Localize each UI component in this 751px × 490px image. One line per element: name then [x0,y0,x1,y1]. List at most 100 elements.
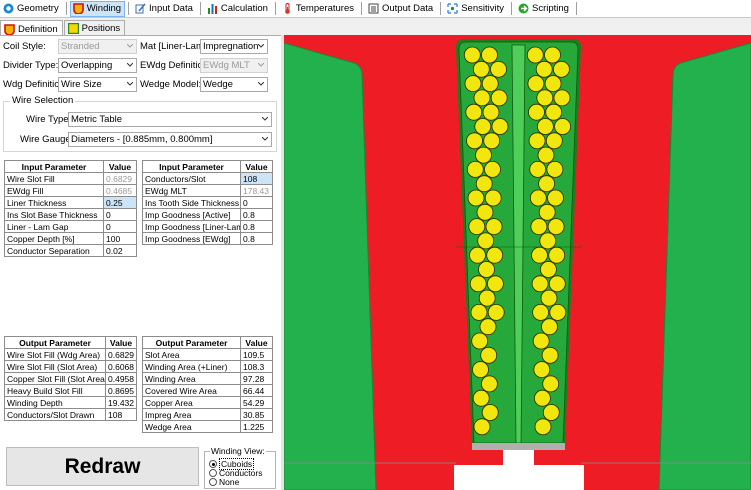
radio-none[interactable]: None [209,477,239,487]
param-value-input[interactable]: 100 [103,232,137,245]
param-value-input[interactable]: 0.8 [240,220,273,233]
conductor [464,75,482,92]
param-name: Covered Wire Area [142,384,241,397]
input-parameter-table-2: Input Parameter Value Conductors/Slot 108 … [142,160,273,245]
divider-type-select[interactable]: Overlapping [58,58,137,73]
wedge-model-select[interactable]: Wedge [200,77,268,92]
geometry-icon [3,3,14,14]
conductor [471,332,489,350]
param-value-input[interactable]: 0.25 [103,196,137,209]
tab-sensitivity[interactable]: Sensitivity [444,1,508,17]
param-value: 66.44 [240,384,273,397]
conductor [539,232,557,250]
tab-calculation[interactable]: Calculation [204,1,272,17]
slot-opening [503,450,534,465]
tab-output-data[interactable]: Output Data [365,1,437,17]
conductor [552,60,570,78]
conductor [535,60,553,78]
conductor [526,46,544,64]
tab-positions[interactable]: Positions [63,20,126,36]
ewdg-definition-value: EWdg MLT [203,60,250,71]
wire-selection-group: Wire Selection Wire Type: Metric Table W… [3,95,277,152]
param-value-input[interactable]: 0.8 [240,208,273,221]
chevron-down-icon [127,82,133,86]
param-value-input[interactable]: 0.02 [103,244,137,257]
slot-geometry-canvas[interactable] [284,35,751,490]
param-name: Conductor Separation [4,244,104,257]
conductor [532,303,550,321]
table-row: Slot Area 109.5 [142,348,273,361]
param-value-input[interactable]: 0.8 [240,232,273,245]
conductor [491,118,509,135]
tab-geometry[interactable]: Geometry [0,1,63,17]
param-value-input[interactable]: 0 [240,196,273,209]
divider-type-label: Divider Type: [3,60,59,71]
wire-type-value: Metric Table [71,114,123,125]
tab-scripting[interactable]: Scripting [515,1,573,17]
coil-style-select[interactable]: Stranded [58,39,137,54]
redraw-button[interactable]: Redraw [6,447,199,486]
wdg-definition-value: Wire Size [61,79,102,90]
param-value-input[interactable]: 108 [240,172,273,185]
table-row: Covered Wire Area 66.44 [142,384,273,397]
conductor [478,289,496,307]
table-row: Imp Goodness [Liner-Lam] 0.8 [142,220,273,233]
conductor [487,303,505,321]
conductor [484,189,502,207]
table-row: Ins Tooth Side Thickness 0 [142,196,273,209]
wdg-definition-select[interactable]: Wire Size [58,77,137,92]
conductor [475,175,493,193]
conductor [466,160,484,178]
conductor [490,89,508,107]
conductor [547,189,564,207]
chevron-down-icon [262,117,268,121]
table-row: Conductors/Slot Drawn 108 [4,408,137,421]
param-value-input[interactable]: 0 [103,220,137,233]
param-value: 30.85 [240,408,273,421]
conductor [480,346,498,364]
param-name: Ins Slot Base Thickness [4,208,104,221]
param-name: Winding Depth [4,396,106,409]
param-name: Wire Slot Fill (Wdg Area) [4,348,106,361]
conductor [486,246,504,264]
wire-type-select[interactable]: Metric Table [68,112,272,127]
conductor [481,46,498,64]
table-row: Conductor Separation 0.02 [4,244,137,257]
table-row: EWdg MLT 178.43 [142,184,273,197]
conductor [486,275,504,293]
param-name: Impreg Area [142,408,241,421]
param-name: Wire Slot Fill [4,172,104,185]
calculation-icon [207,4,217,14]
chevron-down-icon [258,82,264,86]
tab-label: Scripting [531,3,569,14]
conductor [536,118,554,135]
param-value: 0.4958 [105,372,137,385]
header-cell: Input Parameter [142,160,241,173]
separator [440,2,442,15]
tab-temperatures[interactable]: Temperatures [279,1,358,17]
conductor [530,218,548,236]
separator [199,2,201,15]
tab-label: Positions [81,23,121,34]
wire-gauge-select[interactable]: Diameters - [0.885mm, 0.800mm] [68,132,272,147]
ewdg-definition-select[interactable]: EWdg MLT [200,58,268,73]
param-name: Wedge Area [142,420,241,433]
separator [575,2,577,15]
conductor [554,118,572,135]
conductor [483,132,501,150]
conductor [485,218,503,236]
conductor [532,332,550,350]
param-value: 0.4685 [103,184,137,197]
param-value: 0.8695 [105,384,137,397]
table-row: Winding Area (+Liner) 108.3 [142,360,273,373]
tab-winding[interactable]: Winding [69,0,126,17]
param-value-input[interactable]: 0 [103,208,137,221]
param-name: EWdg MLT [142,184,241,197]
tab-label: Definition [18,23,58,35]
conductor [539,261,557,278]
conductor [533,361,551,379]
mat-select[interactable]: Impregnation [200,39,268,54]
tab-input-data[interactable]: Input Data [132,1,197,17]
wire-type-label: Wire Type: [26,114,72,125]
output-parameter-table-2: Output Parameter Value Slot Area 109.5 Win… [142,336,273,433]
